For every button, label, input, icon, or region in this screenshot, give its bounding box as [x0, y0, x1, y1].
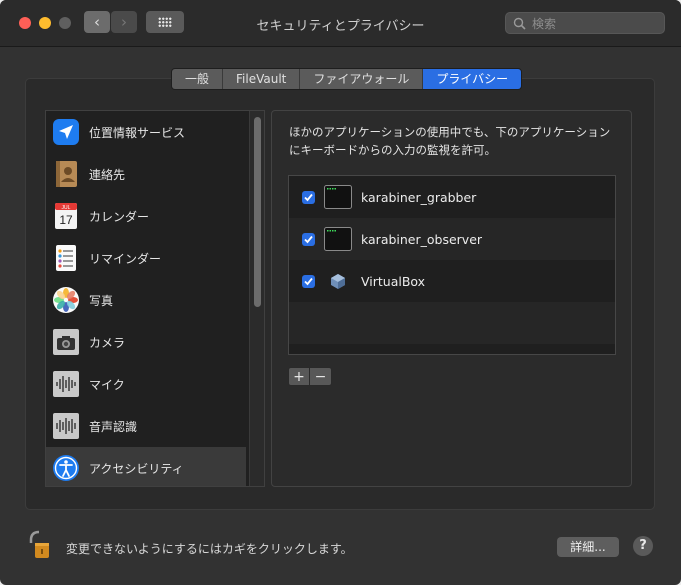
sidebar-item-accessibility[interactable]: アクセシビリティ: [46, 447, 246, 486]
sidebar-item-label: 連絡先: [89, 168, 126, 182]
tab-filevault[interactable]: FileVault: [223, 69, 301, 89]
sidebar-item-label: マイク: [89, 378, 125, 392]
sidebar-item-label: アクセシビリティ: [89, 462, 184, 476]
sidebar-item-speech-recognition[interactable]: 音声認識: [46, 405, 246, 447]
terminal-icon: [324, 185, 352, 209]
app-checkbox[interactable]: [302, 233, 315, 246]
advanced-button[interactable]: 詳細...: [557, 537, 619, 557]
lock-icon[interactable]: [28, 530, 50, 560]
search-input[interactable]: [530, 15, 662, 33]
terminal-icon: [324, 227, 352, 251]
sidebar-item-label: 写真: [89, 294, 114, 308]
sidebar-item-contacts[interactable]: 連絡先: [46, 153, 246, 195]
virtualbox-icon: [331, 274, 345, 289]
preferences-window: ‹ › セキュリティとプライバシー 一般 FileVault ファイアウォール …: [0, 0, 681, 585]
app-row-karabiner-observer[interactable]: karabiner_observer: [289, 218, 615, 260]
accessibility-icon: [53, 455, 79, 481]
speech-recognition-icon: [53, 413, 79, 439]
tab-general[interactable]: 一般: [172, 69, 224, 89]
sidebar-scrollbar[interactable]: [249, 111, 264, 486]
sidebar-item-camera[interactable]: カメラ: [46, 321, 246, 363]
checkmark-icon: [304, 277, 313, 286]
sidebar-item-label: カメラ: [89, 336, 126, 350]
search-icon: [513, 17, 526, 30]
photos-icon: [53, 287, 79, 313]
add-remove-control: + −: [288, 367, 334, 386]
app-row-karabiner-grabber[interactable]: karabiner_grabber: [289, 176, 615, 218]
location-arrow-icon: [53, 119, 79, 145]
sidebar-item-label: カレンダー: [89, 210, 150, 224]
add-app-button[interactable]: +: [288, 367, 310, 386]
sidebar-item-microphone[interactable]: マイク: [46, 363, 246, 405]
sidebar-item-label: 位置情報サービス: [89, 126, 186, 140]
tab-bar: 一般 FileVault ファイアウォール プライバシー: [171, 68, 523, 90]
tab-privacy[interactable]: プライバシー: [423, 69, 522, 89]
sidebar-item-label: リマインダー: [89, 252, 162, 266]
lock-message: 変更できないようにするにはカギをクリックします。: [66, 542, 353, 556]
empty-row: [289, 302, 615, 344]
contacts-icon: [56, 161, 77, 187]
help-button[interactable]: ?: [633, 536, 653, 556]
permission-description: ほかのアプリケーションの使用中でも、下のアプリケーションにキーボードからの入力の…: [289, 125, 611, 157]
camera-icon: [53, 329, 79, 355]
svg-text:17: 17: [59, 213, 73, 227]
privacy-category-list[interactable]: 位置情報サービス 連絡先 JUL 17 カレンダー リマインダー 写真 カメラ …: [45, 110, 265, 487]
checkmark-icon: [304, 235, 313, 244]
microphone-icon: [53, 371, 79, 397]
calendar-icon: JUL 17: [55, 203, 77, 229]
sidebar-item-reminders[interactable]: リマインダー: [46, 237, 246, 279]
app-name: karabiner_grabber: [361, 190, 477, 205]
sidebar-item-calendar[interactable]: JUL 17 カレンダー: [46, 195, 246, 237]
app-checkbox[interactable]: [302, 191, 315, 204]
title-bar: ‹ › セキュリティとプライバシー: [0, 0, 681, 47]
sidebar-item-label: 音声認識: [89, 420, 138, 434]
tab-firewall[interactable]: ファイアウォール: [300, 69, 424, 89]
reminders-icon: [56, 245, 76, 271]
scrollbar-thumb[interactable]: [254, 117, 261, 307]
search-box[interactable]: [505, 12, 665, 34]
allowed-app-list[interactable]: karabiner_grabber karabiner_observer Vir…: [288, 175, 616, 355]
app-checkbox[interactable]: [302, 275, 315, 288]
app-name: karabiner_observer: [361, 232, 483, 247]
remove-app-button[interactable]: −: [310, 367, 332, 386]
app-name: VirtualBox: [361, 274, 426, 289]
sidebar-item-location[interactable]: 位置情報サービス: [46, 111, 246, 153]
app-row-virtualbox[interactable]: VirtualBox: [289, 260, 615, 302]
checkmark-icon: [304, 193, 313, 202]
svg-text:JUL: JUL: [62, 205, 71, 211]
sidebar-item-photos[interactable]: 写真: [46, 279, 246, 321]
